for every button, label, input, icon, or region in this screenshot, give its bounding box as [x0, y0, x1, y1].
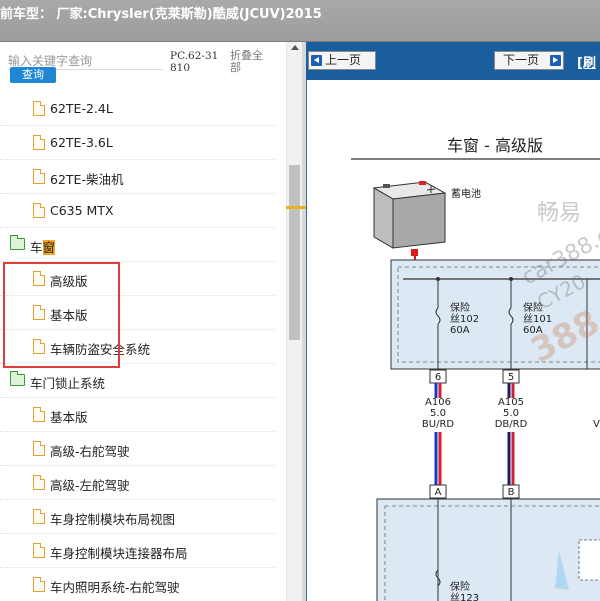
fuse-123-id: 丝123	[450, 592, 479, 601]
scroll-up-arrow-icon[interactable]	[291, 45, 299, 50]
wire-a105-gauge: 5.0	[503, 408, 519, 419]
document-code: PC.62-31810	[170, 50, 219, 74]
tree-item[interactable]: 车内照明系统-右舵驾驶	[0, 568, 276, 601]
wiring-diagram: 车窗 - 高级版 蓄电池 保险 丝102 60A 保险 丝101 60A 6 5…	[351, 136, 600, 601]
tree-item-label: 高级-左舵驾驶	[50, 478, 130, 493]
svg-text:保险: 保险	[450, 301, 470, 314]
wire-a106-gauge: 5.0	[430, 408, 446, 419]
svg-text:5: 5	[508, 372, 514, 383]
annotation-highlight-box	[3, 262, 120, 368]
diagram-title: 车窗 - 高级版	[447, 136, 543, 155]
tree-item-label: 62TE-3.6L	[50, 135, 113, 150]
tree-item[interactable]: 基本版	[0, 398, 276, 432]
app-window: 前车型： 厂家:Chrysler(克莱斯勒)酷威(JCUV)2015 查询 PC…	[0, 0, 600, 601]
collapse-all-button[interactable]: 折叠全部	[230, 50, 270, 74]
connector-a: A	[429, 484, 447, 499]
document-icon	[33, 441, 45, 456]
open-folder-icon	[10, 235, 25, 250]
arrow-left-icon	[311, 55, 322, 66]
search-bar: 查询 PC.62-31810 折叠全部	[0, 42, 286, 94]
wire-a106-code: A106	[425, 397, 451, 408]
svg-text:6: 6	[435, 372, 441, 383]
tree-item-label: 62TE-2.4L	[50, 101, 113, 116]
document-icon	[33, 475, 45, 490]
previous-page-label: 上一页	[325, 53, 362, 67]
battery-label: 蓄电池	[451, 187, 481, 200]
document-icon	[33, 101, 45, 116]
tree-scrollbar[interactable]	[286, 42, 302, 601]
fuse-123-word: 保险	[450, 580, 470, 593]
tree-folder-windows[interactable]: 车窗	[0, 228, 276, 262]
tree-item[interactable]: 62TE-3.6L	[0, 126, 276, 160]
tree-item[interactable]: 高级-右舵驾驶	[0, 432, 276, 466]
battery-terminal	[411, 249, 418, 256]
tree-item-label: 高级-右舵驾驶	[50, 444, 130, 459]
tree-item-label: 62TE-柴油机	[50, 172, 124, 187]
search-match-highlight: 窗	[42, 240, 56, 255]
document-icon	[33, 135, 45, 150]
tree-item-label: 车身控制模块布局视图	[50, 512, 176, 527]
lower-component	[578, 539, 600, 581]
tree-folder-door-locks[interactable]: 车门锁止系统	[0, 364, 276, 398]
wiring-diagram-page: 车窗 - 高级版 蓄电池 保险 丝102 60A 保险 丝101 60A 6 5…	[306, 80, 600, 601]
next-page-button[interactable]: 下一页	[494, 51, 564, 70]
svg-text:B: B	[508, 487, 515, 498]
svg-text:60A: 60A	[450, 325, 470, 336]
document-icon	[33, 407, 45, 422]
wire-a105-code: A105	[498, 397, 524, 408]
open-folder-icon	[10, 371, 25, 386]
svg-text:丝102: 丝102	[450, 313, 479, 325]
refresh-link[interactable]: [刷	[577, 52, 596, 71]
pin-6: 6	[429, 369, 447, 384]
document-icon	[33, 203, 45, 218]
viewer-toolbar: 上一页 下一页 [刷	[306, 42, 600, 80]
tree-item[interactable]: 车身控制模块布局视图	[0, 500, 276, 534]
tree-item-label: 基本版	[50, 410, 88, 425]
scrollbar-thumb[interactable]	[289, 165, 300, 340]
document-icon	[33, 509, 45, 524]
next-page-label: 下一页	[503, 53, 540, 67]
wire-a105-color: DB/RD	[495, 419, 528, 430]
wire-partial-label: V	[593, 419, 600, 430]
catalog-panel: 查询 PC.62-31810 折叠全部 62TE-2.4L 62TE-3.6L …	[0, 42, 286, 601]
tree-item-label: 车内照明系统-右舵驾驶	[50, 580, 180, 595]
tree-folder-label: 车窗	[30, 240, 56, 255]
tree-item[interactable]: C635 MTX	[0, 194, 276, 228]
document-icon	[33, 543, 45, 558]
document-icon	[33, 169, 45, 184]
title-bar: 前车型： 厂家:Chrysler(克莱斯勒)酷威(JCUV)2015	[0, 0, 600, 42]
arrow-right-icon	[550, 55, 561, 66]
tree-item[interactable]: 62TE-2.4L	[0, 92, 276, 126]
wire-a106-color: BU/RD	[422, 419, 454, 430]
svg-text:畅易: 畅易	[537, 201, 581, 226]
connector-b: B	[502, 484, 520, 499]
splitter-handle[interactable]	[286, 206, 308, 209]
tree-item[interactable]: 62TE-柴油机	[0, 160, 276, 194]
tree-item[interactable]: 高级-左舵驾驶	[0, 466, 276, 500]
pin-5: 5	[502, 369, 520, 384]
previous-page-button[interactable]: 上一页	[308, 51, 376, 70]
document-icon	[33, 577, 45, 592]
query-button[interactable]: 查询	[10, 67, 56, 83]
tree-item-label: C635 MTX	[50, 203, 114, 218]
tree-item[interactable]: 车身控制模块连接器布局	[0, 534, 276, 568]
tree-item-label: 车身控制模块连接器布局	[50, 546, 188, 561]
tree-folder-label: 车门锁止系统	[30, 376, 106, 391]
document-viewer: 上一页 下一页 [刷 车窗 - 高级版 蓄电池 保险 丝102 60A 保险 丝…	[306, 42, 600, 601]
svg-text:A: A	[435, 487, 442, 498]
current-model-title: 前车型： 厂家:Chrysler(克莱斯勒)酷威(JCUV)2015	[0, 7, 322, 22]
battery-icon	[372, 181, 447, 249]
